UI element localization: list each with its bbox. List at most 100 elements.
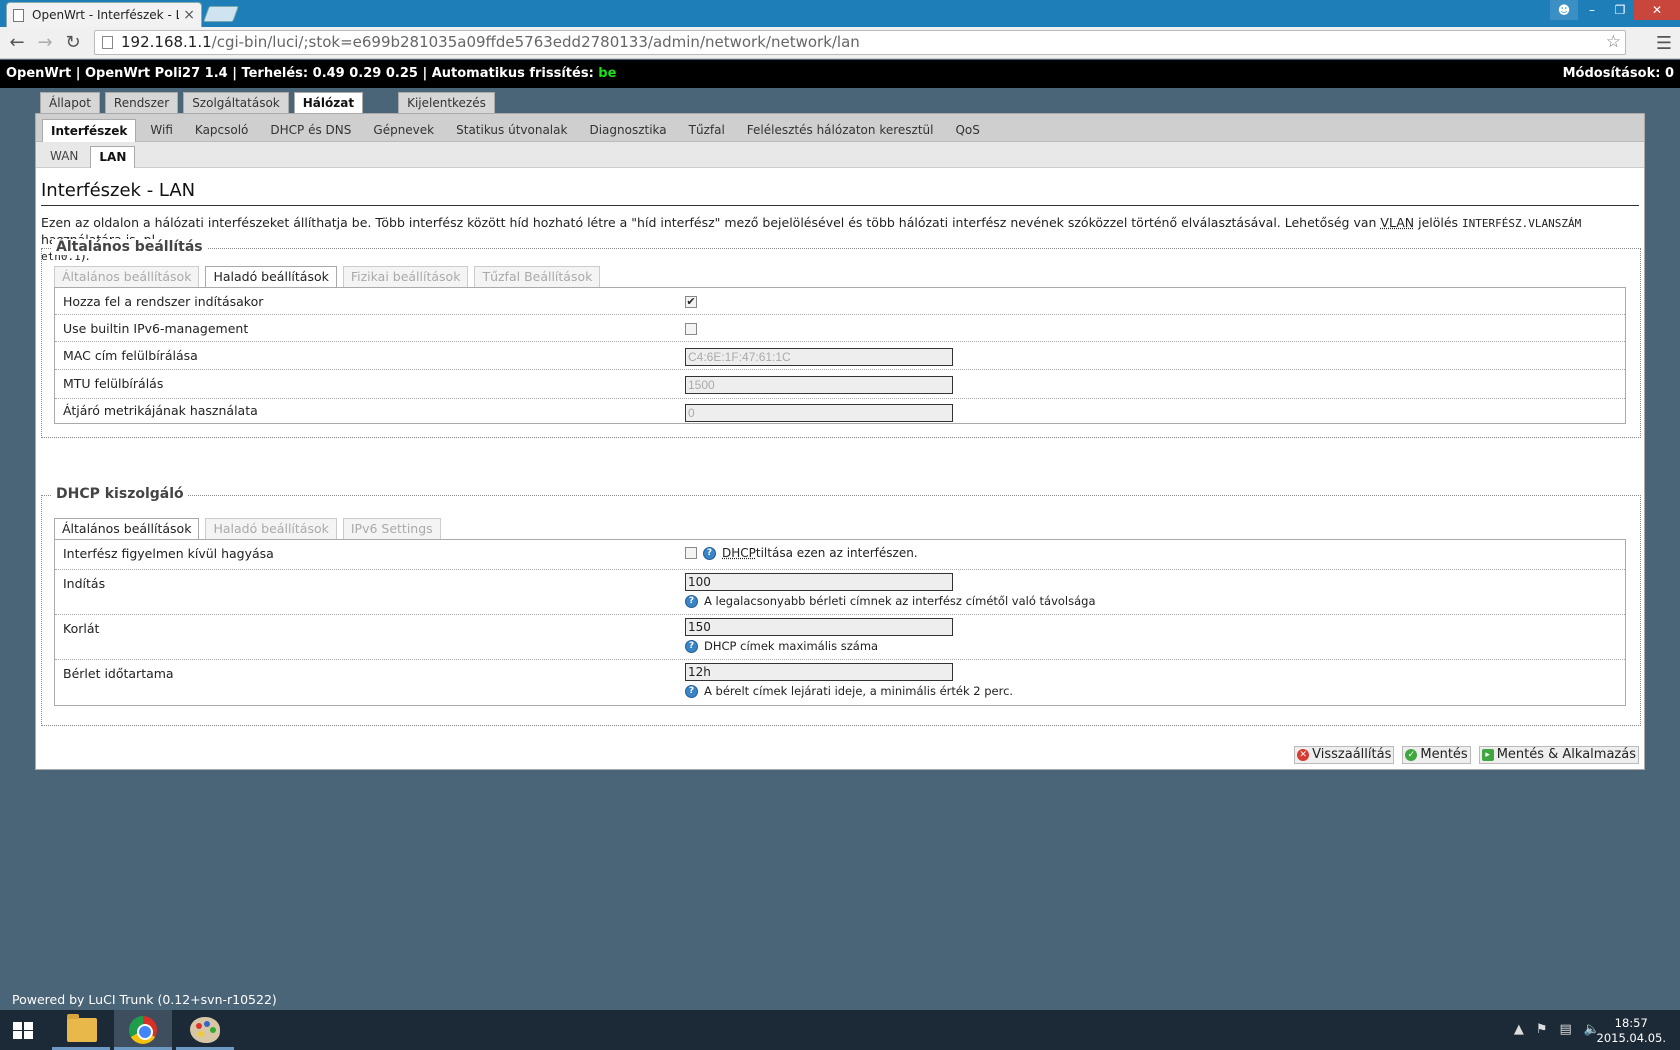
tab-network[interactable]: Hálózat: [293, 92, 364, 114]
reset-button[interactable]: ✕ Visszaállítás: [1294, 746, 1395, 764]
setting-row: Indítás 100 ? A legalacsonyabb bérleti cí…: [55, 570, 1625, 615]
setting-row: Korlát 150 ? DHCP címek maximális száma: [55, 615, 1625, 660]
windows-logo-icon: [13, 1022, 33, 1039]
reset-icon: ✕: [1297, 749, 1310, 761]
browser-titlebar: OpenWrt - Interfészek - Lu × ☻ – ❐ ✕: [0, 0, 1680, 27]
ignore-label: Interfész figyelmen kívül hagyása: [63, 546, 274, 561]
subtab-firewall[interactable]: Tűzfal: [681, 119, 733, 142]
general-tab-advanced[interactable]: Haladó beállítások: [205, 266, 337, 287]
subtab-wake-on-lan[interactable]: Felélesztés hálózaton keresztül: [739, 119, 942, 142]
metric-input[interactable]: 0: [685, 404, 953, 422]
general-tab-physical[interactable]: Fizikai beállítások: [342, 266, 469, 287]
dhcp-server-fieldset: DHCP kiszolgáló Általános beállítások Ha…: [41, 486, 1641, 726]
limit-value: 150 ? DHCP címek maximális száma: [685, 618, 953, 653]
advanced-settings-box: Hozza fel a rendszer indításakor ✔ Use b…: [54, 287, 1626, 424]
tab-status[interactable]: Állapot: [40, 92, 100, 114]
page-icon: [102, 36, 113, 49]
subtab-static-routes[interactable]: Statikus útvonalak: [448, 119, 575, 142]
browser-menu-icon[interactable]: ☰: [1656, 33, 1672, 54]
browser-tab[interactable]: OpenWrt - Interfészek - Lu ×: [6, 2, 202, 27]
setting-row: Bérlet időtartama 12h ? A bérelt címek le…: [55, 660, 1625, 705]
metric-value: 0: [685, 404, 953, 422]
start-help: A legalacsonyabb bérleti címnek az inter…: [704, 594, 1096, 608]
folder-icon: [67, 1014, 97, 1042]
clock-date: 2015.04.05.: [1596, 1031, 1667, 1045]
subtab-interfaces[interactable]: Interfészek: [42, 119, 137, 142]
paint-app[interactable]: [176, 1010, 234, 1050]
setting-row: MTU felülbírálás 1500: [55, 370, 1625, 399]
user-icon[interactable]: ☻: [1550, 0, 1578, 20]
interface-submenu: WAN LAN: [36, 142, 1644, 168]
tab-system[interactable]: Rendszer: [104, 92, 179, 114]
ignore-checkbox[interactable]: [685, 547, 697, 559]
save-apply-button[interactable]: ▸ Mentés & Alkalmazás: [1478, 746, 1639, 764]
dhcp-tab-advanced[interactable]: Haladó beállítások: [205, 518, 337, 539]
dhcp-tab-ipv6[interactable]: IPv6 Settings: [342, 518, 441, 539]
tray-expand-icon[interactable]: ▲: [1514, 1022, 1524, 1037]
new-tab-button[interactable]: [203, 6, 239, 22]
forward-icon[interactable]: →: [34, 32, 56, 54]
start-input[interactable]: 100: [685, 573, 953, 591]
file-explorer-app[interactable]: [52, 1010, 110, 1050]
tab-logout[interactable]: Kijelentkezés: [398, 92, 495, 114]
metric-label: Átjáró metrikájának használata: [63, 403, 258, 418]
network-icon[interactable]: ▤: [1560, 1022, 1572, 1037]
main-panel: Interfészek Wifi Kapcsoló DHCP és DNS Gé…: [35, 113, 1645, 770]
maximize-icon[interactable]: ❐: [1606, 0, 1634, 20]
apply-icon: ▸: [1481, 749, 1494, 761]
iface-tab-lan[interactable]: LAN: [90, 146, 136, 168]
mac-value: C4:6E:1F:47:61:1C: [685, 348, 953, 366]
ipv6-checkbox[interactable]: [685, 322, 697, 335]
start-button[interactable]: [0, 1010, 48, 1050]
mac-input[interactable]: C4:6E:1F:47:61:1C: [685, 348, 953, 366]
dhcp-settings-box: Interfész figyelmen kívül hagyása ? DHCP…: [54, 539, 1626, 706]
lease-help: A bérelt címek lejárati ideje, a minimál…: [704, 684, 1014, 698]
general-settings-fieldset: Általános beállítás Általános beállításo…: [41, 239, 1641, 438]
general-tab-basic[interactable]: Általános beállítások: [54, 266, 200, 287]
clock[interactable]: 18:57 2015.04.05.: [1597, 1016, 1667, 1046]
url-input[interactable]: 192.168.1.1/cgi-bin/luci/;stok=e699b2810…: [94, 30, 1626, 55]
lease-input[interactable]: 12h: [685, 663, 953, 681]
subtab-dhcp-dns[interactable]: DHCP és DNS: [262, 119, 359, 142]
lease-value: 12h ? A bérelt címek lejárati ideje, a mi…: [685, 663, 1013, 698]
save-button[interactable]: ✓ Mentés: [1402, 746, 1471, 764]
reset-label: Visszaállítás: [1312, 747, 1392, 762]
desc-text: Ezen az oldalon a hálózati interfészeket…: [41, 215, 1381, 230]
action-center-icon[interactable]: ⚑: [1536, 1022, 1548, 1037]
window-close-icon[interactable]: ✕: [1634, 0, 1680, 20]
chrome-app[interactable]: [114, 1010, 172, 1050]
dhcp-abbr: DHCP: [722, 546, 756, 560]
back-icon[interactable]: ←: [6, 32, 28, 54]
bringup-value: ✔: [685, 294, 697, 308]
paint-palette-icon: [190, 1017, 220, 1043]
footer-text: Powered by LuCI Trunk (0.12+svn-r10522): [12, 992, 277, 1007]
subtab-wifi[interactable]: Wifi: [142, 119, 181, 142]
bookmark-star-icon[interactable]: ☆: [1606, 31, 1621, 54]
subtab-switch[interactable]: Kapcsoló: [187, 119, 257, 142]
ignore-value: ? DHCP tiltása ezen az interfészen.: [685, 546, 918, 560]
subtab-qos[interactable]: QoS: [947, 119, 987, 142]
setting-row: Use builtin IPv6-management: [55, 315, 1625, 342]
changes-link[interactable]: Módosítások: 0: [1563, 60, 1674, 88]
subtab-hostnames[interactable]: Gépnevek: [365, 119, 442, 142]
reload-icon[interactable]: ↻: [62, 32, 84, 54]
mtu-input[interactable]: 1500: [685, 376, 953, 394]
dhcp-tab-basic[interactable]: Általános beállítások: [54, 518, 200, 539]
setting-row: Hozza fel a rendszer indításakor ✔: [55, 288, 1625, 315]
iface-tab-wan[interactable]: WAN: [42, 146, 86, 168]
help-icon: ?: [685, 684, 698, 698]
bringup-checkbox[interactable]: ✔: [685, 295, 697, 308]
general-tab-firewall[interactable]: Tűzfal Beállítások: [474, 266, 601, 287]
page-title: Interfészek - LAN: [41, 180, 1639, 206]
close-tab-icon[interactable]: ×: [183, 7, 195, 23]
desc-text: jelölés: [1414, 215, 1463, 230]
chrome-icon: [129, 1016, 157, 1044]
limit-input[interactable]: 150: [685, 618, 953, 636]
dhcp-server-legend: DHCP kiszolgáló: [52, 486, 188, 502]
minimize-icon[interactable]: –: [1578, 0, 1606, 20]
subtab-diagnostics[interactable]: Diagnosztika: [581, 119, 674, 142]
luci-header: OpenWrt | OpenWrt Poli27 1.4 | Terhelés:…: [0, 60, 1680, 88]
autorefresh-toggle[interactable]: be: [598, 66, 616, 81]
ipv6-label: Use builtin IPv6-management: [63, 321, 249, 336]
tab-services[interactable]: Szolgáltatások: [183, 92, 289, 114]
